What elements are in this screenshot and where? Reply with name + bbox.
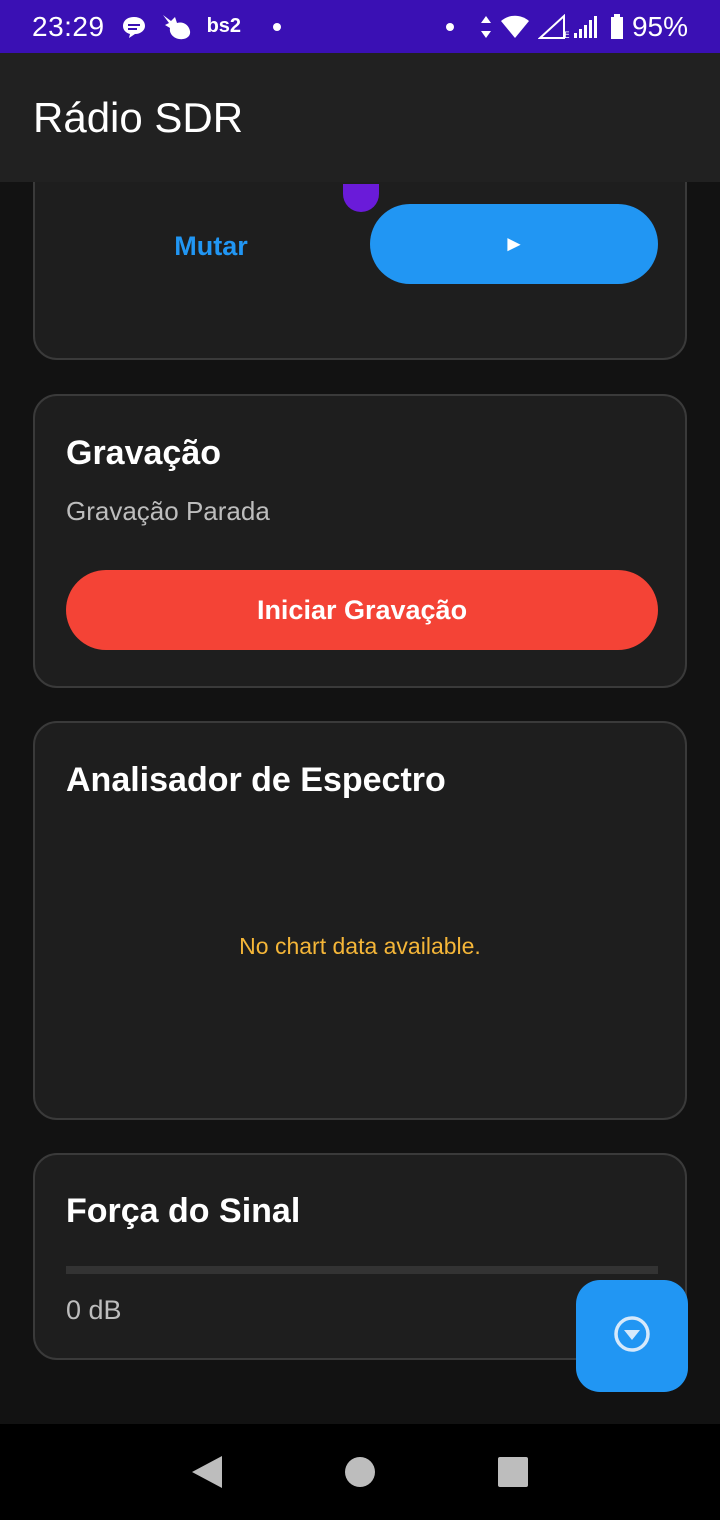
back-icon [191, 1456, 222, 1488]
battery-icon [610, 13, 624, 40]
status-bar: 23:29 bs2 E 95% [0, 0, 720, 53]
carrier-text: bs2 [206, 15, 242, 37]
notification-dot-icon [273, 22, 282, 31]
spectrum-title: Analisador de Espectro [66, 761, 446, 799]
scroll-down-fab[interactable] [576, 1280, 688, 1392]
status-left-icons: bs2 [121, 13, 282, 41]
play-icon: ► [503, 231, 525, 256]
app-bar: Rádio SDR [0, 53, 720, 182]
status-right-icons: E 95% [445, 10, 688, 43]
recents-button[interactable] [483, 1442, 543, 1502]
back-button[interactable] [177, 1442, 237, 1502]
chevron-down-circle-icon [612, 1314, 652, 1359]
player-card: Mutar ► [33, 182, 687, 360]
status-time: 23:29 [32, 10, 105, 42]
chat-bubble-icon [121, 15, 147, 39]
signal-icon: E [537, 13, 602, 40]
battery-percent: 95% [631, 10, 688, 42]
signal-value: 0 dB [66, 1295, 122, 1325]
chart-empty-message: No chart data available. [239, 933, 481, 959]
slider-thumb[interactable] [343, 184, 379, 212]
start-recording-button[interactable]: Iniciar Gravação [66, 570, 658, 650]
recording-card: Gravação Gravação Parada Iniciar Gravaçã… [33, 394, 687, 688]
bird-icon [161, 13, 193, 41]
app-title: Rádio SDR [33, 93, 244, 141]
home-icon [344, 1457, 375, 1487]
status-dot-icon [445, 22, 454, 31]
home-button[interactable] [330, 1442, 390, 1502]
signal-title: Força do Sinal [66, 1192, 301, 1230]
spectrum-card: Analisador de Espectro No chart data ava… [33, 721, 687, 1120]
data-arrows-icon [480, 14, 492, 40]
svg-text:E: E [564, 31, 570, 40]
scroll-content[interactable]: Mutar ► Gravação Gravação Parada Iniciar… [0, 182, 720, 1424]
mute-button[interactable]: Mutar [131, 206, 291, 286]
recording-status: Gravação Parada [66, 496, 270, 526]
recording-title: Gravação [66, 434, 221, 472]
play-button[interactable]: ► [370, 204, 658, 284]
recents-icon [498, 1457, 529, 1487]
navigation-bar [0, 1424, 720, 1520]
wifi-icon [500, 14, 530, 40]
signal-progress-bar [66, 1266, 658, 1274]
